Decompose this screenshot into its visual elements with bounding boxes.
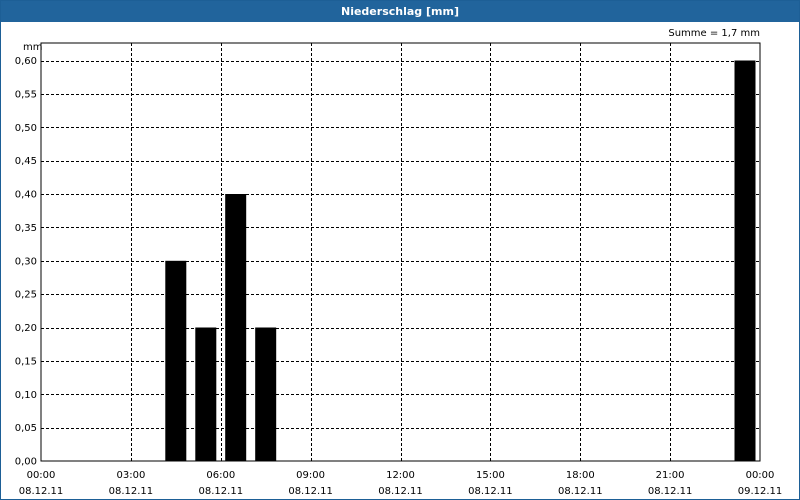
- sum-label: Summe = 1,7 mm: [668, 28, 760, 39]
- x-tick-time: 09:00: [296, 470, 325, 481]
- y-tick-label: 0,40: [15, 190, 37, 201]
- y-tick-label: 0,20: [15, 323, 37, 334]
- precipitation-bar: [225, 194, 247, 461]
- precipitation-bar: [165, 260, 187, 462]
- x-tick-time: 15:00: [476, 470, 505, 481]
- x-tick-date: 09.12.11: [738, 486, 783, 497]
- precipitation-chart: 0,00 0,05 0,10 0,15 0,20 0,25 0,30 0,35 0,40 0,45…: [15, 28, 783, 497]
- bars: [165, 60, 756, 462]
- x-tick-time: 18:00: [566, 470, 595, 481]
- x-tick-time: 21:00: [656, 470, 685, 481]
- x-tick-time: 03:00: [116, 470, 145, 481]
- y-tick-label: 0,00: [15, 457, 37, 468]
- plot-frame: [40, 42, 761, 462]
- y-tick-label: 0,55: [15, 89, 37, 100]
- y-tick-label: 0,35: [15, 223, 37, 234]
- precipitation-bar: [255, 327, 277, 461]
- y-tick-label: 0,45: [15, 156, 37, 167]
- x-tick-time: 00:00: [746, 470, 775, 481]
- y-tick-label: 0,50: [15, 123, 37, 134]
- x-tick-date: 08.12.11: [648, 486, 693, 497]
- x-tick-labels: 00:00 08.12.11 03:00 08.12.11 06:00 08.12.11 0…: [19, 470, 783, 497]
- x-tick-time: 00:00: [27, 470, 56, 481]
- y-axis-unit: mm: [23, 42, 42, 53]
- y-tick-label: 0,05: [15, 423, 37, 434]
- grid: [41, 43, 760, 461]
- y-tick-label: 0,15: [15, 356, 37, 367]
- y-tick-label: 0,10: [15, 390, 37, 401]
- precipitation-bar: [195, 327, 217, 461]
- precipitation-bar: [734, 60, 756, 461]
- x-tick-date: 08.12.11: [558, 486, 603, 497]
- x-tick-date: 08.12.11: [288, 486, 333, 497]
- x-tick-date: 08.12.11: [19, 486, 64, 497]
- x-tick-time: 06:00: [206, 470, 235, 481]
- x-tick-date: 08.12.11: [378, 486, 423, 497]
- x-tick-date: 08.12.11: [109, 486, 154, 497]
- y-tick-labels: 0,00 0,05 0,10 0,15 0,20 0,25 0,30 0,35 0,40 0,45…: [15, 56, 37, 468]
- y-tick-label: 0,30: [15, 256, 37, 267]
- x-tick-time: 12:00: [386, 470, 415, 481]
- y-tick-label: 0,60: [15, 56, 37, 67]
- x-tick-date: 08.12.11: [468, 486, 513, 497]
- x-tick-date: 08.12.11: [199, 486, 244, 497]
- y-tick-label: 0,25: [15, 290, 37, 301]
